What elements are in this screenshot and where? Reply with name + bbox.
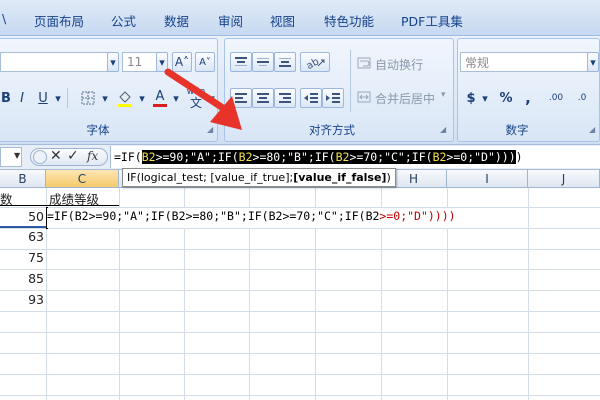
alignment-group-label: 对齐方式 [309,123,355,137]
gridline [528,188,529,400]
edit-segment: >=80;"B";IF( [185,209,269,223]
orientation-icon[interactable]: ab [300,52,330,72]
underline-button[interactable]: U [34,88,52,108]
increase-indent-icon[interactable] [322,88,344,108]
gridline [0,269,600,270]
formula-ref: B2 [238,150,253,164]
cell-b4[interactable]: 75 [0,250,44,265]
header-underline [0,205,119,206]
menu-item-page-layout[interactable]: 页面布局 [34,11,84,30]
cell-b6[interactable]: 93 [0,292,44,307]
merge-center-icon[interactable] [356,88,372,106]
align-right-icon[interactable] [274,88,296,108]
column-header-b[interactable]: B [0,170,46,188]
formula-suffix: ) [515,150,523,164]
edit-ref: B2 [74,209,89,223]
gridline [0,332,600,333]
fill-color-dropdown-icon[interactable]: ▾ [137,88,147,108]
formula-segment: >=90;"A";IF( [155,150,239,164]
gridline [0,228,600,229]
edit-ref: B2 [268,209,283,223]
decrease-decimal-button[interactable]: .0 [570,88,594,108]
function-tooltip: IF(logical_test; [value_if_true]; [value… [122,168,396,187]
borders-dropdown-icon[interactable]: ▾ [100,88,110,108]
menu-item-home[interactable]: \ [2,11,6,26]
edit-segment: >=70;"C";IF( [282,209,366,223]
cancel-icon[interactable]: ✕ [50,148,62,164]
menu-item-formulas[interactable]: 公式 [111,11,136,30]
formula-input[interactable]: =IF(B2>=90;"A";IF(B2>=80;"B";IF(B2>=70;"… [110,146,600,168]
insert-function-button[interactable]: fx [87,149,98,163]
formula-ref: B2 [141,150,156,164]
enter-icon[interactable]: ✓ [67,148,79,164]
menu-item-data[interactable]: 数据 [164,11,189,30]
bold-button[interactable]: B [0,88,14,108]
edit-segment: >=90;"A";IF( [88,209,172,223]
increase-decimal-button[interactable]: .00 [544,88,568,108]
tooltip-close: ) [386,171,391,184]
percent-button[interactable]: % [496,88,516,108]
fill-color-icon[interactable] [113,86,137,110]
expand-icon[interactable] [33,150,47,164]
divider [350,50,351,112]
comma-button[interactable]: , [518,88,538,108]
menu-item-pdf-tools[interactable]: PDF工具集 [401,11,463,30]
edit-segment: >=0;"D")))) [379,209,456,223]
cell-b5[interactable]: 85 [0,271,44,286]
number-format-dropdown-icon[interactable]: ▾ [587,52,599,72]
formula-segment: >=80;"B";IF( [252,150,336,164]
formula-ref: B2 [432,150,447,164]
gridline [0,290,600,291]
annotation-arrow-icon [164,68,242,130]
column-header-i[interactable]: I [447,170,528,188]
tooltip-current-arg: [value_if_false] [293,171,387,184]
column-header-c[interactable]: C [46,170,119,188]
decrease-indent-icon[interactable] [300,88,322,108]
gridline [0,374,600,375]
gridline [0,249,600,250]
formula-segment: >=70;"C";IF( [349,150,433,164]
currency-button[interactable]: $ [462,88,480,108]
cell-b3[interactable]: 63 [0,229,44,244]
formula-segment: >=0;"D"))) [446,150,516,164]
edit-prefix: =IF( [47,209,75,223]
alignment-dialog-launcher-icon[interactable]: ◢ [440,125,446,134]
number-group-label: 数字 [505,123,529,137]
edit-ref: B2 [365,209,380,223]
font-name-field[interactable] [0,52,117,72]
underline-dropdown-icon[interactable]: ▾ [53,88,63,108]
align-bottom-icon[interactable] [274,52,296,72]
cell-c2-editor[interactable]: =IF(B2>=90;"A";IF(B2>=80;"B";IF(B2>=70;"… [47,209,456,223]
formula-prefix: =IF( [114,150,142,164]
wrap-text-label[interactable]: 自动换行 [375,56,423,73]
merge-center-dropdown-icon[interactable]: ▾ [441,90,446,100]
gridline [0,353,600,354]
currency-dropdown-icon[interactable]: ▾ [480,88,490,108]
svg-text:ab: ab [305,56,321,69]
gridline [0,311,600,312]
font-name-dropdown-icon[interactable]: ▾ [107,52,119,72]
menu-item-review[interactable]: 审阅 [218,11,243,30]
row-indicator [0,226,46,228]
wrap-text-icon[interactable] [356,54,372,72]
menu-bar: \ 页面布局 公式 数据 审阅 视图 特色功能 PDF工具集 [0,0,600,36]
cell-b2[interactable]: 50 [0,209,44,224]
font-group-label: 字体 [86,123,110,137]
tooltip-signature: IF(logical_test; [value_if_true]; [127,171,294,184]
edit-ref: B2 [171,209,186,223]
gridline [0,395,600,396]
column-header-j[interactable]: J [528,170,600,188]
menu-item-view[interactable]: 视图 [270,11,295,30]
name-box-dropdown-icon[interactable]: ▼ [14,151,20,160]
number-dialog-launcher-icon[interactable]: ◢ [589,125,595,134]
borders-icon[interactable] [76,88,100,108]
italic-button[interactable]: I [14,88,30,108]
formula-ref: B2 [335,150,350,164]
formula-selection: B2>=90;"A";IF(B2>=80;"B";IF(B2>=70;"C";I… [141,150,516,164]
merge-center-label[interactable]: 合并后居中 [375,90,435,107]
number-format-field[interactable]: 常规 [460,52,588,72]
menu-item-special-features[interactable]: 特色功能 [324,11,374,30]
divider [67,88,68,108]
